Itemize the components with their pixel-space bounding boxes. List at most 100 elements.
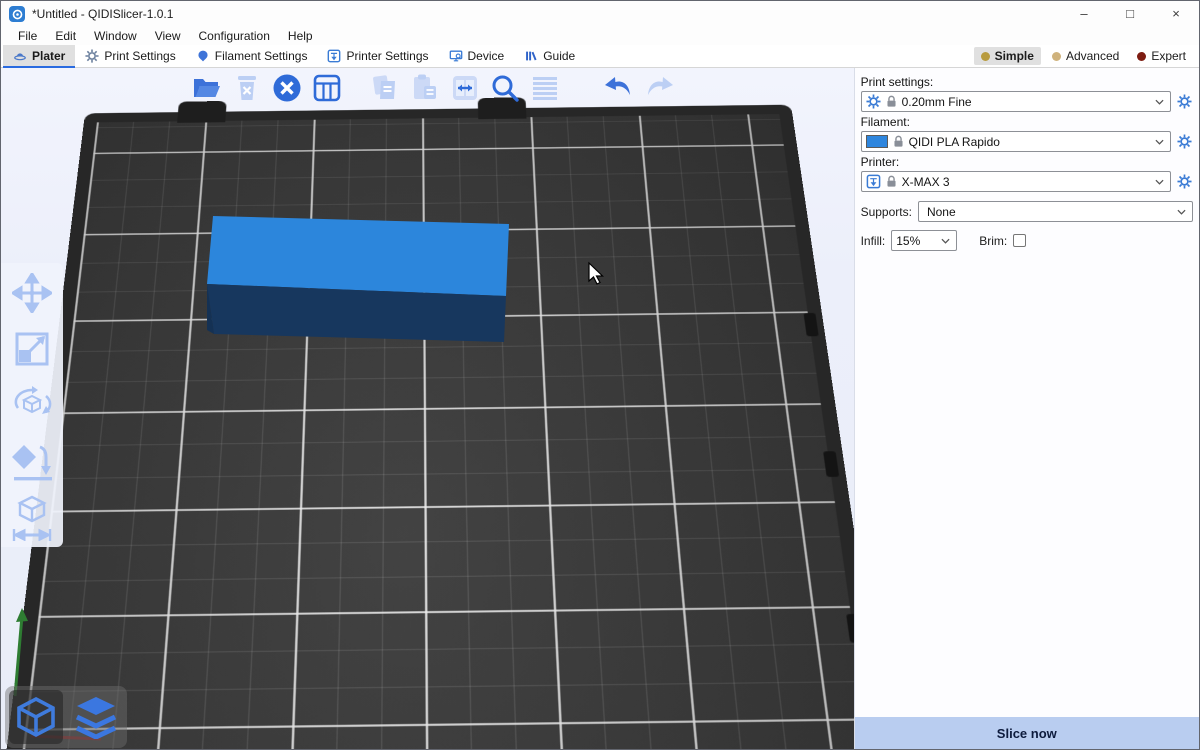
gear-icon	[866, 94, 881, 109]
supports-dropdown[interactable]: None	[918, 201, 1193, 222]
bed-grid	[1, 114, 854, 750]
brim-label: Brim:	[979, 234, 1007, 248]
rotate-tool-button[interactable]	[9, 383, 55, 427]
tab-print-settings[interactable]: Print Settings	[75, 45, 185, 67]
preview-layers-view-button[interactable]	[69, 690, 123, 744]
move-tool-button[interactable]	[9, 271, 55, 315]
search-button[interactable]	[489, 71, 521, 105]
printer-icon	[327, 49, 341, 63]
filament-color-swatch	[866, 135, 888, 148]
measure-icon	[10, 493, 54, 541]
supports-label: Supports:	[861, 205, 912, 219]
print-settings-dropdown[interactable]: 0.20mm Fine	[861, 91, 1171, 112]
expert-dot-icon	[1137, 52, 1146, 61]
variable-layer-height-button[interactable]	[529, 71, 561, 105]
menu-help[interactable]: Help	[279, 29, 322, 43]
print-settings-gear-button[interactable]	[1175, 93, 1193, 111]
supports-value: None	[923, 205, 1172, 219]
split-button[interactable]	[449, 71, 481, 105]
search-icon	[490, 73, 520, 103]
open-folder-icon	[192, 75, 222, 101]
tab-print-settings-label: Print Settings	[104, 49, 175, 63]
undo-button[interactable]	[603, 71, 635, 105]
move-icon	[12, 273, 52, 313]
mode-advanced[interactable]: Advanced	[1045, 47, 1126, 65]
filament-value: QIDI PLA Rapido	[909, 135, 1150, 149]
mode-expert[interactable]: Expert	[1130, 47, 1193, 65]
undo-icon	[603, 75, 635, 101]
filament-icon	[196, 49, 210, 63]
delete-all-icon	[272, 73, 302, 103]
tab-plater[interactable]: Plater	[3, 45, 75, 67]
variable-layer-height-icon	[531, 74, 559, 102]
gizmo-toolbar	[1, 263, 63, 547]
print-settings-value: 0.20mm Fine	[902, 95, 1150, 109]
gear-icon	[1177, 174, 1192, 189]
guide-books-icon	[524, 49, 538, 63]
editor-3d-view-button[interactable]	[9, 690, 63, 744]
tab-filament-settings-label: Filament Settings	[215, 49, 308, 63]
tab-device[interactable]: Device	[439, 45, 515, 67]
paste-button[interactable]	[409, 71, 441, 105]
print-bed[interactable]	[1, 105, 854, 750]
mode-simple-label: Simple	[995, 49, 1034, 63]
minimize-button[interactable]: –	[1061, 1, 1107, 27]
redo-button[interactable]	[643, 71, 675, 105]
view-mode-panel	[5, 686, 127, 748]
infill-dropdown[interactable]: 15%	[891, 230, 957, 251]
chevron-down-icon	[1177, 209, 1186, 215]
copy-button[interactable]	[369, 71, 401, 105]
chevron-down-icon	[1155, 139, 1164, 145]
redo-icon	[643, 75, 675, 101]
close-button[interactable]: ×	[1153, 1, 1199, 27]
delete-button[interactable]	[231, 71, 263, 105]
mode-selector: Simple Advanced Expert	[974, 45, 1199, 67]
tab-bar: Plater Print Settings Filament Settings …	[1, 45, 1199, 68]
slice-now-button[interactable]: Slice now	[855, 717, 1199, 750]
plater-icon	[13, 49, 27, 63]
measure-tool-button[interactable]	[9, 495, 55, 539]
printer-dropdown[interactable]: X-MAX 3	[861, 171, 1171, 192]
rotate-icon	[10, 384, 54, 426]
print-settings-label: Print settings:	[861, 75, 1193, 89]
menu-bar: File Edit Window View Configuration Help	[1, 27, 1199, 45]
arrange-button[interactable]	[311, 71, 343, 105]
lock-icon	[886, 95, 897, 108]
tab-device-label: Device	[468, 49, 505, 63]
gear-icon	[1177, 134, 1192, 149]
printer-label: Printer:	[861, 155, 1193, 169]
tab-guide[interactable]: Guide	[514, 45, 585, 67]
bed-notch	[823, 451, 839, 477]
scale-tool-button[interactable]	[9, 327, 55, 371]
mode-simple[interactable]: Simple	[974, 47, 1041, 65]
app-window: *Untitled - QIDISlicer-1.0.1 – □ × File …	[0, 0, 1200, 750]
device-monitor-icon	[449, 49, 463, 63]
filament-gear-button[interactable]	[1175, 133, 1193, 151]
delete-all-button[interactable]	[271, 71, 303, 105]
printer-gear-button[interactable]	[1175, 173, 1193, 191]
gear-icon	[1177, 94, 1192, 109]
chevron-down-icon	[1155, 179, 1164, 185]
filament-label: Filament:	[861, 115, 1193, 129]
tab-plater-label: Plater	[32, 49, 65, 63]
place-on-face-icon	[10, 439, 54, 483]
simple-dot-icon	[981, 52, 990, 61]
printer-icon	[866, 174, 881, 189]
place-on-face-tool-button[interactable]	[9, 439, 55, 483]
menu-edit[interactable]: Edit	[46, 29, 85, 43]
open-button[interactable]	[191, 71, 223, 105]
maximize-button[interactable]: □	[1107, 1, 1153, 27]
menu-window[interactable]: Window	[85, 29, 146, 43]
editor-3d-icon	[14, 695, 58, 739]
filament-dropdown[interactable]: QIDI PLA Rapido	[861, 131, 1171, 152]
arrange-icon	[312, 73, 342, 103]
3d-viewport[interactable]	[1, 68, 854, 750]
chevron-down-icon	[941, 238, 950, 244]
menu-view[interactable]: View	[146, 29, 190, 43]
menu-file[interactable]: File	[9, 29, 46, 43]
menu-configuration[interactable]: Configuration	[190, 29, 279, 43]
tab-filament-settings[interactable]: Filament Settings	[186, 45, 318, 67]
brim-checkbox[interactable]	[1013, 234, 1026, 247]
printer-value: X-MAX 3	[902, 175, 1150, 189]
tab-printer-settings[interactable]: Printer Settings	[317, 45, 438, 67]
